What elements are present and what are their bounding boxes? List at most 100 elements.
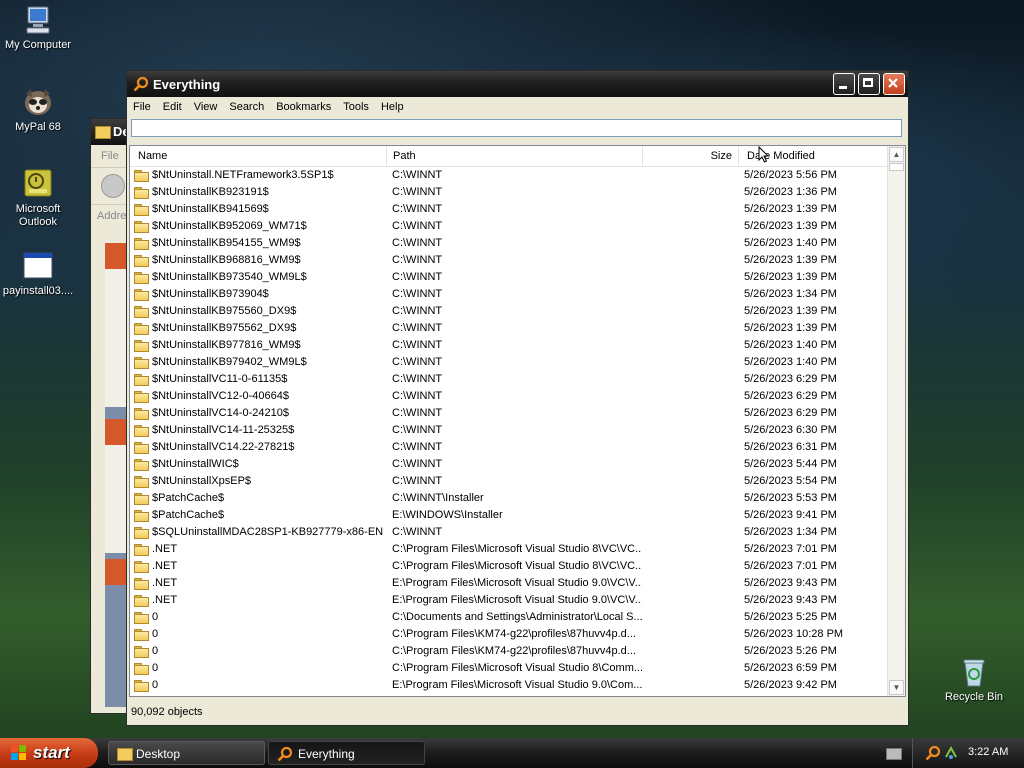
desktop-icon-outlook[interactable]: Microsoft Outlook (0, 168, 76, 229)
table-row[interactable]: $NtUninstallKB973540_WM9L$ C:\WINNT 5/26/2… (130, 269, 888, 286)
search-input[interactable] (131, 119, 902, 137)
table-row[interactable]: $NtUninstallKB979402_WM9L$ C:\WINNT 5/26/2… (130, 354, 888, 371)
cell-path: C:\Program Files\KM74-g22\profiles\87huv… (392, 645, 636, 657)
mouse-pointer-icon (758, 146, 770, 163)
table-row[interactable]: $NtUninstallKB973904$ C:\WINNT 5/26/2023 1… (130, 286, 888, 303)
table-row[interactable]: $NtUninstallVC14-11-25325$ C:\WINNT 5/26/2… (130, 422, 888, 439)
cell-path: E:\Program Files\Microsoft Visual Studio… (392, 594, 642, 606)
minimize-button[interactable] (833, 73, 855, 95)
table-row[interactable]: .NET E:\Program Files\Microsoft Visual St… (130, 592, 888, 609)
everything-window[interactable]: Everything File Edit View Search Bookmar… (126, 70, 909, 726)
table-row[interactable]: $NtUninstallKB952069_WM71$ C:\WINNT 5/26/2… (130, 218, 888, 235)
cell-path: C:\WINNT (392, 373, 443, 385)
table-row[interactable]: $NtUninstallVC11-0-61135$ C:\WINNT 5/26/20… (130, 371, 888, 388)
scroll-thumb[interactable] (889, 163, 904, 171)
menu-view[interactable]: View (188, 101, 224, 113)
cell-name: $NtUninstallKB923191$ (152, 186, 269, 198)
desktop-icon-payinstall[interactable]: payinstall03.... (0, 250, 76, 298)
cell-date-modified: 5/26/2023 6:30 PM (744, 424, 837, 436)
keyboard-icon[interactable] (886, 748, 902, 760)
table-row[interactable]: 0 C:\Program Files\KM74-g22\profiles\87hu… (130, 643, 888, 660)
menu-help[interactable]: Help (375, 101, 410, 113)
close-button[interactable] (883, 73, 905, 95)
table-row[interactable]: $NtUninstallWIC$ C:\WINNT 5/26/2023 5:44 P… (130, 456, 888, 473)
cell-date-modified: 5/26/2023 9:43 PM (744, 577, 837, 589)
folder-icon (134, 663, 149, 675)
table-row[interactable]: $NtUninstallXpsEP$ C:\WINNT 5/26/2023 5:54… (130, 473, 888, 490)
cell-name: $NtUninstallKB973904$ (152, 288, 269, 300)
computer-icon (22, 4, 54, 36)
table-row[interactable]: 0 E:\Program Files\Microsoft Visual Studi… (130, 677, 888, 694)
cell-path: C:\Program Files\Microsoft Visual Studio… (392, 662, 642, 674)
scroll-up-button[interactable]: ▲ (889, 147, 904, 162)
system-tray: 3:22 AM (912, 738, 1024, 768)
table-row[interactable]: $NtUninstallKB975562_DX9$ C:\WINNT 5/26/20… (130, 320, 888, 337)
table-row[interactable]: 0 C:\Program Files\Microsoft Visual Studi… (130, 660, 888, 677)
cell-name: $NtUninstall.NETFramework3.5SP1$ (152, 169, 334, 181)
table-row[interactable]: .NET C:\Program Files\Microsoft Visual St… (130, 558, 888, 575)
cell-path: C:\WINNT (392, 356, 443, 368)
desktop-icon-mypal[interactable]: MyPal 68 (0, 86, 76, 134)
folder-icon (134, 459, 149, 471)
table-row[interactable]: $NtUninstallKB975560_DX9$ C:\WINNT 5/26/20… (130, 303, 888, 320)
desktop-icon-recycle-bin[interactable]: Recycle Bin (936, 656, 1012, 704)
table-row[interactable]: $PatchCache$ C:\WINNT\Installer 5/26/2023 … (130, 490, 888, 507)
cell-path: E:\Program Files\Microsoft Visual Studio… (392, 679, 642, 691)
column-header-name[interactable]: Name (130, 146, 387, 166)
folder-icon (134, 561, 149, 573)
table-row[interactable]: $NtUninstallVC14-0-24210$ C:\WINNT 5/26/20… (130, 405, 888, 422)
menu-file[interactable]: File (127, 101, 157, 113)
network-tray-icon[interactable] (943, 745, 959, 761)
table-row[interactable]: $NtUninstall.NETFramework3.5SP1$ C:\WINNT… (130, 167, 888, 184)
vertical-scrollbar[interactable]: ▲ ▼ (887, 146, 905, 696)
table-row[interactable]: $PatchCache$ E:\WINDOWS\Installer 5/26/202… (130, 507, 888, 524)
menu-tools[interactable]: Tools (337, 101, 375, 113)
menu-bookmarks[interactable]: Bookmarks (270, 101, 337, 113)
table-row[interactable]: $NtUninstallKB954155_WM9$ C:\WINNT 5/26/20… (130, 235, 888, 252)
column-header-size[interactable]: Size (643, 146, 739, 166)
cell-date-modified: 5/26/2023 1:40 PM (744, 339, 837, 351)
table-row[interactable]: 0 C:\Program Files\KM74-g22\profiles\87hu… (130, 626, 888, 643)
results-list[interactable]: Name Path Size Date Modified $NtUninstal… (129, 145, 906, 697)
menu-search[interactable]: Search (223, 101, 270, 113)
table-row[interactable]: $NtUninstallVC14.22-27821$ C:\WINNT 5/26/2… (130, 439, 888, 456)
table-row[interactable]: $SQLUninstallMDAC28SP1-KB927779-x86-ENU$… (130, 524, 888, 541)
cell-date-modified: 5/26/2023 5:26 PM (744, 645, 837, 657)
cell-name: $PatchCache$ (152, 509, 225, 521)
table-row[interactable]: .NET C:\Program Files\Microsoft Visual St… (130, 541, 888, 558)
maximize-button[interactable] (858, 73, 880, 95)
cell-date-modified: 5/26/2023 5:25 PM (744, 611, 837, 623)
desktop-icon-my-computer[interactable]: My Computer (0, 4, 76, 52)
cell-date-modified: 5/26/2023 6:29 PM (744, 407, 837, 419)
desktop-icon-label: My Computer (4, 39, 72, 51)
everything-search-icon (277, 746, 293, 762)
cell-path: C:\WINNT (392, 322, 443, 334)
table-row[interactable]: $NtUninstallKB977816_WM9$ C:\WINNT 5/26/20… (130, 337, 888, 354)
clock[interactable]: 3:22 AM (968, 746, 1008, 758)
desktop-icon-label: payinstall03.... (2, 285, 74, 297)
taskbar: start Desktop Everything 3:22 AM (0, 738, 1024, 768)
folder-icon (134, 221, 149, 233)
window-titlebar[interactable]: Everything (127, 71, 908, 97)
close-icon (888, 78, 898, 88)
table-row[interactable]: 0 C:\Documents and Settings\Administrator… (130, 609, 888, 626)
cell-name: $NtUninstallKB979402_WM9L$ (152, 356, 307, 368)
folder-icon (134, 374, 149, 386)
taskbar-button-everything[interactable]: Everything (268, 741, 425, 765)
column-header-path[interactable]: Path (387, 146, 643, 166)
menu-edit[interactable]: Edit (157, 101, 188, 113)
folder-icon (134, 357, 149, 369)
windows-flag-icon (11, 745, 27, 761)
table-row[interactable]: .NET E:\Program Files\Microsoft Visual St… (130, 575, 888, 592)
cell-path: C:\Program Files\Microsoft Visual Studio… (392, 543, 642, 555)
start-button[interactable]: start (0, 738, 98, 768)
scroll-down-button[interactable]: ▼ (889, 680, 904, 695)
taskbar-button-desktop[interactable]: Desktop (108, 741, 265, 765)
table-row[interactable]: $NtUninstallVC12-0-40664$ C:\WINNT 5/26/20… (130, 388, 888, 405)
everything-tray-icon[interactable] (925, 745, 941, 761)
table-row[interactable]: $NtUninstallKB968816_WM9$ C:\WINNT 5/26/20… (130, 252, 888, 269)
table-row[interactable]: $NtUninstallKB923191$ C:\WINNT 5/26/2023 1… (130, 184, 888, 201)
cell-name: .NET (152, 577, 178, 589)
cell-name: $NtUninstallKB973540_WM9L$ (152, 271, 307, 283)
table-row[interactable]: $NtUninstallKB941569$ C:\WINNT 5/26/2023 1… (130, 201, 888, 218)
